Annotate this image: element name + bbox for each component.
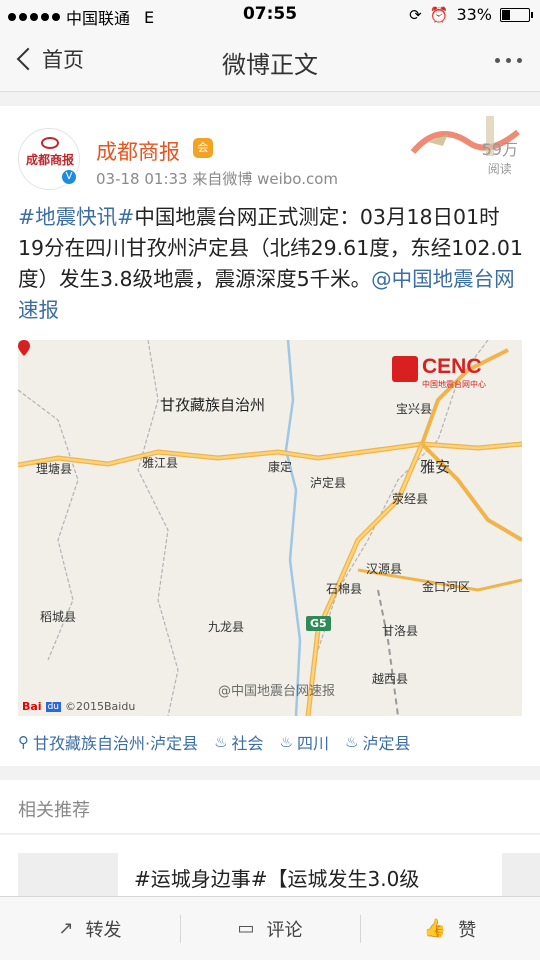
bottom-toolbar: ↗ 转发 ▭ 评论 👍 赞 [0, 896, 540, 960]
map-label-jiulong: 九龙县 [208, 620, 245, 634]
map-label-yajiang: 雅江县 [142, 456, 179, 470]
status-bar: 中国联通 E 07:55 ⟳ ⏰ 33% [0, 0, 540, 30]
post-card: 成都商报 V 成都商报 会 03-18 01:33 来自微博 weibo.com… [0, 106, 540, 766]
flame-icon: ♨ [345, 733, 359, 751]
cenc-name: CENC [422, 355, 482, 378]
tag-label: 泸定县 [362, 734, 411, 753]
tag-label: 四川 [297, 734, 330, 753]
avatar-text: 成都商报 [25, 153, 74, 167]
more-icon[interactable] [495, 58, 522, 63]
related-title: 相关推荐 [18, 800, 90, 821]
tag-label: 甘孜藏族自治州·泸定县 [33, 734, 199, 753]
flame-icon: ♨ [279, 733, 294, 751]
weibo-watermark: @中国地震台网速报 [218, 684, 336, 699]
back-button[interactable]: 首页 [14, 44, 84, 74]
map-label-kangding: 康定 [268, 460, 293, 474]
cenc-logo: CENC 中国地震台网中心 [392, 355, 504, 390]
map-label-yaan: 雅安 [420, 458, 451, 476]
repost-button[interactable]: ↗ 转发 [0, 897, 180, 960]
author-name[interactable]: 成都商报 [96, 136, 180, 166]
map-label-ganzi: 甘孜藏族自治州 [160, 396, 266, 414]
map-label-jinkouhe: 金口河区 [422, 580, 471, 594]
location-icon: ⚲ [18, 733, 29, 751]
post-text: #地震快讯#中国地震台网正式测定：03月18日01时19分在四川甘孜州泸定县（北… [18, 202, 524, 326]
tag-society[interactable]: ♨ 社会 [214, 730, 263, 754]
back-label: 首页 [42, 48, 84, 72]
related-header: 相关推荐 [0, 780, 540, 834]
map-label-shimian: 石棉县 [326, 582, 363, 596]
map-label-yuexi: 越西县 [372, 672, 409, 686]
related-item-text: #运城身边事#【运城发生3.0级 [134, 867, 420, 891]
related-item[interactable]: #运城身边事#【运城发生3.0级 [0, 835, 540, 905]
nav-bar: 首页 微博正文 [0, 30, 540, 92]
read-count-value: 59万 [481, 140, 518, 159]
map-lines [18, 340, 522, 716]
tag-label: 社会 [231, 734, 264, 753]
map-label-baoxing: 宝兴县 [396, 402, 433, 416]
battery-icon [500, 7, 533, 22]
like-button[interactable]: 👍 赞 [360, 897, 540, 960]
read-count: 59万 阅读 [482, 136, 518, 177]
member-badge-icon[interactable]: 会 [193, 138, 213, 158]
comment-button[interactable]: ▭ 评论 [180, 897, 360, 960]
thumbs-up-icon: 👍 [423, 918, 447, 939]
battery-percent: 33% [456, 5, 492, 24]
tag-luding[interactable]: ♨ 泸定县 [345, 730, 410, 754]
alarm-icon: ⏰ [429, 5, 449, 24]
map-label-yingjing: 荥经县 [392, 492, 429, 506]
comment-icon: ▭ [237, 918, 255, 939]
status-right: ⟳ ⏰ 33% [409, 5, 533, 24]
map-label-ganluo: 甘洛县 [382, 624, 419, 638]
like-label: 赞 [458, 919, 477, 941]
logo-ring-icon [41, 137, 59, 149]
map-label-luding: 泸定县 [310, 476, 347, 490]
earthquake-map-image[interactable]: CENC 中国地震台网中心 甘孜藏族自治州 宝兴县 理塘县 雅江县 康定 泸定县… [18, 340, 522, 716]
tag-sichuan[interactable]: ♨ 四川 [280, 730, 329, 754]
map-label-litang: 理塘县 [36, 462, 73, 476]
repost-label: 转发 [85, 919, 122, 941]
cenc-subtitle: 中国地震台网中心 [422, 380, 486, 389]
post-tags: ⚲ 甘孜藏族自治州·泸定县 ♨ 社会 ♨ 四川 ♨ 泸定县 [18, 730, 427, 754]
map-label-hanyuan: 汉源县 [366, 562, 403, 576]
highway-g5-badge: G5 [306, 616, 331, 631]
hashtag-link[interactable]: #地震快讯# [18, 205, 134, 229]
baidu-logo: Bai du ©2015Baidu [22, 700, 136, 713]
rotation-lock-icon: ⟳ [409, 5, 422, 24]
flame-icon: ♨ [214, 733, 228, 751]
read-count-label: 阅读 [487, 162, 512, 176]
post-meta: 03-18 01:33 来自微博 weibo.com [96, 170, 339, 188]
baidu-copyright: ©2015Baidu [65, 700, 136, 713]
comment-label: 评论 [266, 919, 303, 941]
cenc-logo-icon [392, 356, 418, 382]
epicenter-marker-icon [18, 340, 30, 356]
map-label-daocheng: 稻城县 [40, 610, 77, 624]
battery-fill [502, 9, 510, 20]
repost-icon: ↗ [58, 918, 74, 939]
verified-badge-icon: V [60, 168, 78, 186]
tag-location[interactable]: ⚲ 甘孜藏族自治州·泸定县 [18, 730, 198, 754]
chevron-left-icon [16, 47, 40, 71]
